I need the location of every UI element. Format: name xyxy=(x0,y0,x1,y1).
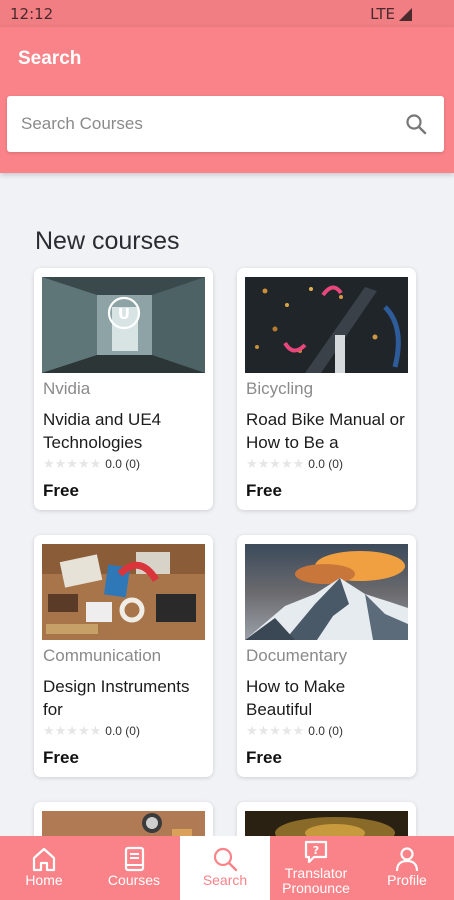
course-price: Free xyxy=(43,748,79,767)
rating-stars-icon: ★★★★★ xyxy=(246,456,305,471)
rating-stars-icon: ★★★★★ xyxy=(43,723,102,738)
nav-translator-label: Translator Pronounce xyxy=(282,865,350,896)
book-icon xyxy=(124,846,145,872)
rating-stars-icon: ★★★★★ xyxy=(246,723,305,738)
nav-profile-label: Profile xyxy=(387,872,427,888)
course-category: Bicycling xyxy=(246,379,314,398)
search-icon[interactable] xyxy=(404,112,428,136)
section-title: New courses xyxy=(35,227,180,255)
nav-courses[interactable]: Courses xyxy=(90,836,178,900)
course-card[interactable]: Documentary How to Make Beautiful ★★★★★ … xyxy=(237,535,416,777)
svg-text:U: U xyxy=(118,305,130,323)
person-icon xyxy=(395,847,419,872)
course-price: Free xyxy=(246,481,282,500)
course-title: Design Instruments for xyxy=(43,677,190,719)
course-rating: ★★★★★ 0.0 (0) xyxy=(246,456,343,472)
help-chat-icon: ? xyxy=(304,840,328,864)
home-icon xyxy=(32,847,56,872)
app-bar: Search xyxy=(0,27,454,173)
signal-icon xyxy=(399,7,412,21)
course-rating: ★★★★★ 0.0 (0) xyxy=(43,456,140,472)
rating-value: 0.0 (0) xyxy=(308,457,343,471)
search-icon xyxy=(213,847,238,872)
course-card[interactable]: U Nvidia Nvidia and UE4 Technologies ★★★… xyxy=(34,268,213,510)
nav-profile[interactable]: Profile xyxy=(362,836,452,900)
course-category: Nvidia xyxy=(43,379,91,398)
network-type: LTE xyxy=(370,5,395,23)
rating-value: 0.0 (0) xyxy=(105,724,140,738)
course-price: Free xyxy=(43,481,79,500)
status-bar: 12:12 LTE xyxy=(0,0,454,27)
course-thumbnail: U xyxy=(42,277,205,373)
nav-home[interactable]: Home xyxy=(0,836,88,900)
search-input[interactable] xyxy=(7,96,387,152)
course-thumbnail xyxy=(245,277,408,373)
rating-value: 0.0 (0) xyxy=(105,457,140,471)
page-title: Search xyxy=(18,48,82,69)
course-card[interactable]: Communication Design Instruments for ★★★… xyxy=(34,535,213,777)
nav-courses-label: Courses xyxy=(107,872,161,888)
course-title: How to Make Beautiful xyxy=(246,677,346,719)
course-price: Free xyxy=(246,748,282,767)
nav-search-label: Search xyxy=(202,872,248,888)
course-rating: ★★★★★ 0.0 (0) xyxy=(43,723,140,739)
rating-stars-icon: ★★★★★ xyxy=(43,456,102,471)
nav-translator[interactable]: ? Translator Pronounce xyxy=(270,836,362,900)
bottom-navigation: Home Courses Search ? Translator Pronoun… xyxy=(0,836,454,900)
course-thumbnail xyxy=(42,544,205,640)
course-card[interactable]: Bicycling Road Bike Manual or How to Be … xyxy=(237,268,416,510)
status-indicators: LTE xyxy=(370,5,412,23)
course-title: Road Bike Manual or How to Be a xyxy=(246,410,405,452)
search-box[interactable] xyxy=(7,96,444,152)
course-rating: ★★★★★ 0.0 (0) xyxy=(246,723,343,739)
nav-home-label: Home xyxy=(25,872,63,888)
course-thumbnail xyxy=(245,544,408,640)
status-time: 12:12 xyxy=(10,5,54,23)
rating-value: 0.0 (0) xyxy=(308,724,343,738)
course-title: Nvidia and UE4 Technologies xyxy=(43,410,162,452)
course-category: Documentary xyxy=(246,646,348,665)
svg-text:?: ? xyxy=(313,844,319,857)
nav-search[interactable]: Search xyxy=(180,836,270,900)
course-category: Communication xyxy=(43,646,162,665)
